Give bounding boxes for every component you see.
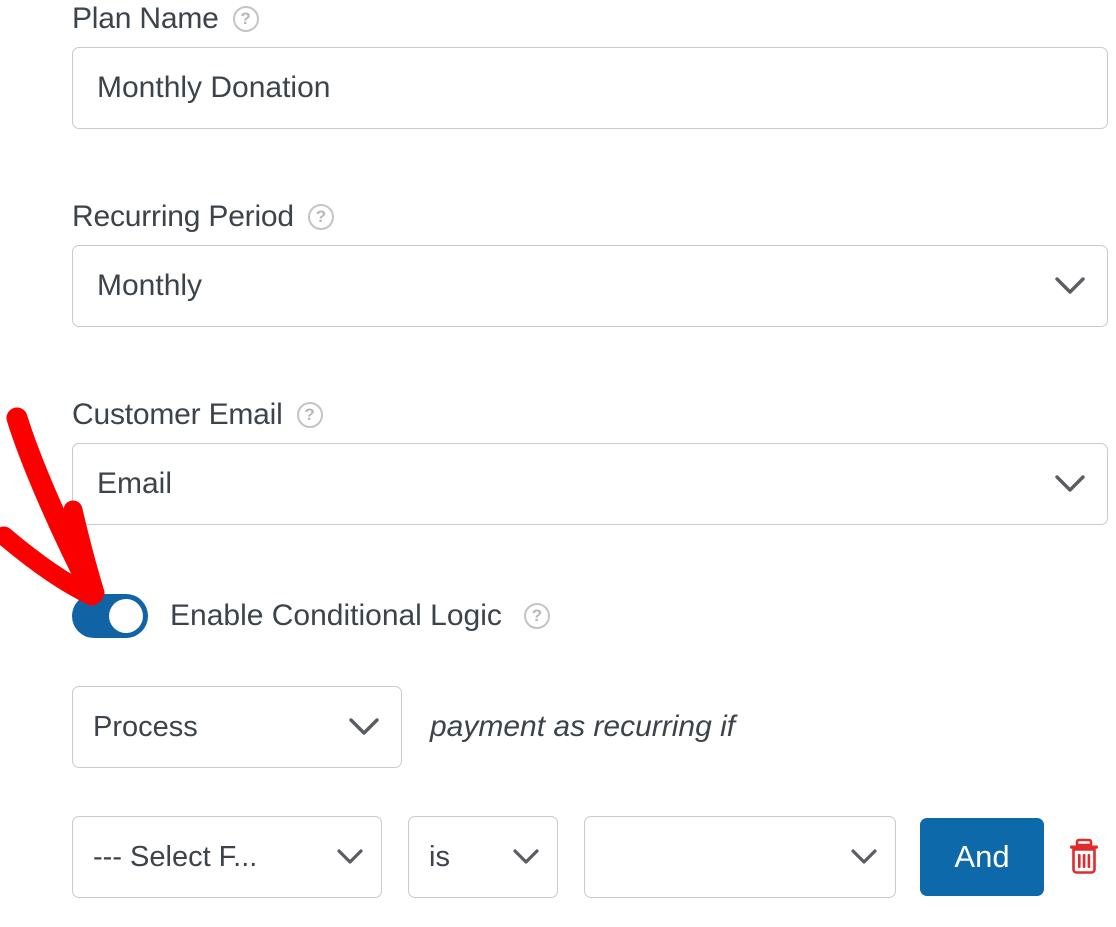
and-button[interactable]: And (920, 818, 1044, 896)
recurring-period-label: Recurring Period (72, 200, 294, 233)
conditional-rule-row: --- Select F... is And (72, 816, 1106, 898)
recurring-period-select[interactable]: Monthly (72, 245, 1108, 327)
toggle-knob (109, 599, 143, 633)
delete-rule-button[interactable] (1062, 832, 1106, 882)
rule-field-select[interactable]: --- Select F... (72, 816, 382, 898)
recurring-period-label-row: Recurring Period ? (72, 200, 1108, 233)
rule-operator-select[interactable]: is (408, 816, 558, 898)
rule-value-select[interactable] (584, 816, 896, 898)
settings-panel: Plan Name ? Monthly Donation Recurring P… (0, 0, 1116, 927)
rule-field-value: --- Select F... (93, 841, 257, 874)
plan-name-label: Plan Name (72, 2, 219, 35)
chevron-down-icon (1055, 277, 1085, 295)
question-mark-icon[interactable]: ? (308, 204, 334, 230)
trash-icon (1067, 836, 1101, 879)
customer-email-label-row: Customer Email ? (72, 398, 1108, 431)
conditional-action-row: Process payment as recurring if (72, 686, 735, 768)
chevron-down-icon (513, 849, 539, 865)
conditional-action-select[interactable]: Process (72, 686, 402, 768)
recurring-period-value: Monthly (97, 269, 202, 303)
chevron-down-icon (1055, 475, 1085, 493)
plan-name-input[interactable]: Monthly Donation (72, 47, 1108, 129)
question-mark-icon[interactable]: ? (297, 402, 323, 428)
enable-conditional-logic-label: Enable Conditional Logic (170, 599, 502, 633)
plan-name-label-row: Plan Name ? (72, 2, 1108, 35)
chevron-down-icon (349, 718, 379, 736)
question-mark-icon[interactable]: ? (524, 603, 550, 629)
enable-conditional-logic-toggle[interactable] (72, 594, 148, 638)
field-group-recurring-period: Recurring Period ? Monthly (72, 200, 1108, 327)
field-group-plan-name: Plan Name ? Monthly Donation (72, 2, 1108, 129)
chevron-down-icon (851, 849, 877, 865)
field-group-customer-email: Customer Email ? Email (72, 398, 1108, 525)
enable-conditional-logic-row: Enable Conditional Logic ? (72, 594, 550, 638)
chevron-down-icon (337, 849, 363, 865)
rule-operator-value: is (429, 841, 450, 874)
conditional-action-value: Process (93, 711, 198, 744)
conditional-sentence-text: payment as recurring if (430, 710, 735, 744)
question-mark-icon[interactable]: ? (233, 6, 259, 32)
customer-email-label: Customer Email (72, 398, 283, 431)
customer-email-select[interactable]: Email (72, 443, 1108, 525)
plan-name-value: Monthly Donation (97, 71, 330, 105)
customer-email-value: Email (97, 467, 172, 501)
